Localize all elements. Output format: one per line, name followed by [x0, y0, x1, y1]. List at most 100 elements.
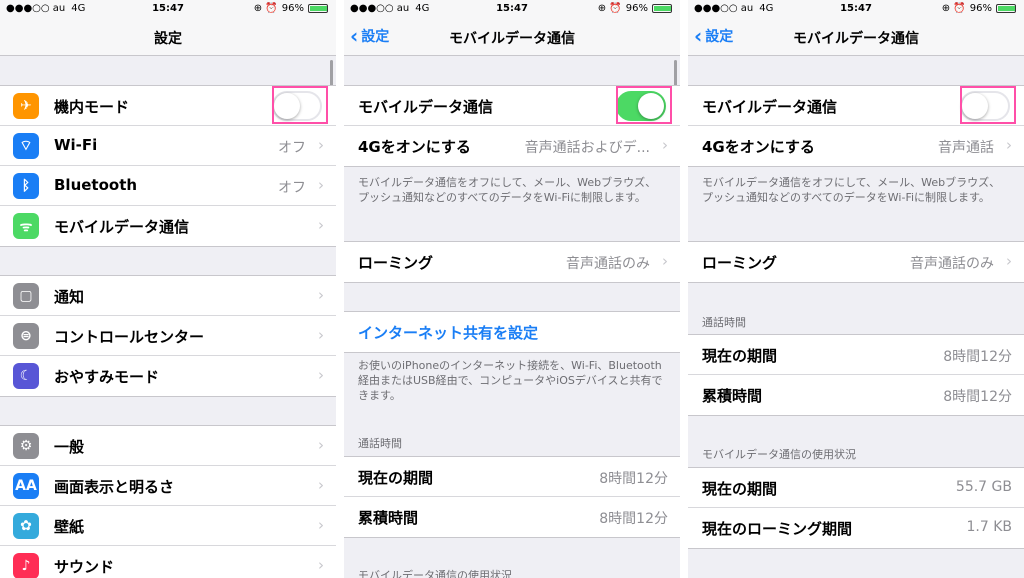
mobile-data-label: モバイルデータ通信: [702, 98, 838, 116]
chevron-right-icon: ›: [318, 436, 324, 454]
lifetime-value: 8時間12分: [599, 511, 668, 527]
settings-row[interactable]: ▢ 通知 ›: [0, 276, 336, 316]
battery-percent: 96%: [625, 3, 648, 14]
notifications-icon: ▢: [13, 283, 39, 309]
battery-icon: [652, 4, 672, 13]
battery-percent: 96%: [969, 3, 992, 14]
settings-row-value: オフ: [278, 140, 306, 156]
roaming-group: ローミング 音声通話のみ ›: [688, 241, 1024, 283]
settings-row-label: 通知: [54, 288, 85, 306]
current-period-value: 8時間12分: [943, 349, 1012, 365]
settings-group: ▢ 通知 › ⊜ コントロールセンター › ☾ おやすみモード ›: [0, 275, 336, 397]
mobile-data-note: モバイルデータ通信をオフにして、メール、Webブラウズ、プッシュ通知などのすべて…: [358, 176, 657, 204]
moon-icon: ☾: [13, 363, 39, 389]
usage-current-value: 55.7 GB: [955, 479, 1012, 495]
gear-icon: ⚙: [13, 433, 39, 459]
lifetime-value: 8時間12分: [943, 389, 1012, 405]
mobile-data-label: モバイルデータ通信: [358, 98, 494, 116]
usage-current-label: 現在の期間: [702, 480, 778, 498]
chevron-right-icon: ›: [1006, 252, 1012, 270]
status-icons: ⊕ ⏰: [597, 3, 622, 14]
settings-list: ✈ 機内モード ⌔ Wi-Fi オフ › ᛒ Bluetooth オフ › ᯤ モバイルデータ通信 › ▢…: [0, 56, 336, 578]
chevron-right-icon: ›: [318, 176, 324, 194]
settings-row[interactable]: ⊜ コントロールセンター ›: [0, 316, 336, 356]
page-title: モバイルデータ通信: [793, 31, 919, 47]
mobile-data-screen-off: ●●●○○ au 4G 15:47 ⊕ ⏰ 96% ‹ 設定 モバイルデータ通信 モバ…: [688, 0, 1024, 578]
roaming-label: ローミング: [358, 254, 434, 272]
chevron-right-icon: ›: [318, 136, 324, 154]
settings-row[interactable]: ᯤ モバイルデータ通信 ›: [0, 206, 336, 246]
lte-label: 4Gをオンにする: [702, 138, 815, 156]
battery-icon: [308, 4, 328, 13]
chevron-right-icon: ›: [318, 286, 324, 304]
roaming-row[interactable]: ローミング 音声通話のみ ›: [688, 242, 1024, 282]
airplane-icon: ✈: [13, 93, 39, 119]
call-time-header: 通話時間: [702, 316, 746, 329]
nav-bar: 設定: [0, 18, 336, 56]
chevron-right-icon: ›: [318, 366, 324, 384]
screens: ●●●○○ au 4G 15:47 ⊕ ⏰ 96% 設定 ✈ 機内モード ⌔ Wi-Fi オ…: [0, 0, 1024, 578]
usage-roaming-label: 現在のローミング期間: [702, 520, 853, 538]
hotspot-link[interactable]: インターネット共有を設定: [358, 322, 538, 343]
current-period-row: 現在の期間 8時間12分: [344, 457, 680, 497]
settings-row-label: おやすみモード: [54, 368, 160, 386]
chevron-right-icon: ›: [318, 516, 324, 534]
mobile-data-screen-on: ●●●○○ au 4G 15:47 ⊕ ⏰ 96% ‹ 設定 モバイルデータ通信 モバ…: [344, 0, 680, 578]
settings-row[interactable]: ☾ おやすみモード ›: [0, 356, 336, 396]
lifetime-label: 累積時間: [702, 387, 763, 405]
battery-percent: 96%: [281, 3, 304, 14]
hotspot-group: インターネット共有を設定: [344, 311, 680, 353]
status-icons: ⊕ ⏰: [941, 3, 966, 14]
roaming-value: 音声通話のみ: [910, 256, 994, 272]
control-center-icon: ⊜: [13, 323, 39, 349]
settings-row[interactable]: ⚙ 一般 ›: [0, 426, 336, 466]
lte-value: 音声通話およびデ...: [524, 140, 650, 156]
lte-row[interactable]: 4Gをオンにする 音声通話 ›: [688, 126, 1024, 166]
chevron-right-icon: ›: [1006, 136, 1012, 154]
status-bar: ●●●○○ au 4G 15:47 ⊕ ⏰ 96%: [0, 0, 336, 18]
lifetime-label: 累積時間: [358, 509, 419, 527]
chevron-right-icon: ›: [318, 556, 324, 574]
settings-row[interactable]: ✿ 壁紙 ›: [0, 506, 336, 546]
settings-row-label: 壁紙: [54, 518, 85, 536]
roaming-group: ローミング 音声通話のみ ›: [344, 241, 680, 283]
usage-roaming-row: 現在のローミング期間 1.7 KB: [688, 508, 1024, 548]
settings-row-value: オフ: [278, 180, 306, 196]
usage-header: モバイルデータ通信の使用状況: [358, 569, 512, 578]
settings-row-label: コントロールセンター: [54, 328, 205, 346]
battery-icon: [996, 4, 1016, 13]
nav-bar: ‹ 設定 モバイルデータ通信: [344, 18, 680, 56]
usage-group: 現在の期間 55.7 GB 現在のローミング期間 1.7 KB: [688, 467, 1024, 549]
chevron-right-icon: ›: [318, 476, 324, 494]
settings-row[interactable]: AA 画面表示と明るさ ›: [0, 466, 336, 506]
lte-row[interactable]: 4Gをオンにする 音声通話およびデ... ›: [344, 126, 680, 166]
current-period-row: 現在の期間 8時間12分: [688, 335, 1024, 375]
chevron-right-icon: ›: [318, 326, 324, 344]
chevron-right-icon: ›: [318, 216, 324, 234]
status-bar: ●●●○○ au 4G 15:47 ⊕ ⏰ 96%: [344, 0, 680, 18]
roaming-row[interactable]: ローミング 音声通話のみ ›: [344, 242, 680, 282]
lte-label: 4Gをオンにする: [358, 138, 471, 156]
hotspot-row[interactable]: インターネット共有を設定: [344, 312, 680, 352]
usage-current-row: 現在の期間 55.7 GB: [688, 468, 1024, 508]
settings-row-label: Bluetooth: [54, 176, 138, 194]
settings-row[interactable]: ᛒ Bluetooth オフ ›: [0, 166, 336, 206]
nav-bar: ‹ 設定 モバイルデータ通信: [688, 18, 1024, 56]
highlight-box: [616, 86, 672, 124]
bluetooth-icon: ᛒ: [13, 173, 39, 199]
highlight-box: [272, 86, 328, 124]
call-time-header: 通話時間: [358, 437, 402, 450]
settings-row[interactable]: ⌔ Wi-Fi オフ ›: [0, 126, 336, 166]
settings-row-label: 機内モード: [54, 98, 130, 116]
wifi-icon: ⌔: [13, 133, 39, 159]
settings-row-label: サウンド: [54, 558, 115, 576]
usage-roaming-value: 1.7 KB: [966, 519, 1013, 535]
current-period-value: 8時間12分: [599, 471, 668, 487]
settings-row-label: Wi-Fi: [54, 136, 98, 154]
call-time-group: 現在の期間 8時間12分 累積時間 8時間12分: [344, 456, 680, 538]
settings-row[interactable]: ♪ サウンド ›: [0, 546, 336, 578]
current-period-label: 現在の期間: [702, 347, 778, 365]
roaming-label: ローミング: [702, 254, 778, 272]
current-period-label: 現在の期間: [358, 469, 434, 487]
page-title: モバイルデータ通信: [449, 31, 575, 47]
